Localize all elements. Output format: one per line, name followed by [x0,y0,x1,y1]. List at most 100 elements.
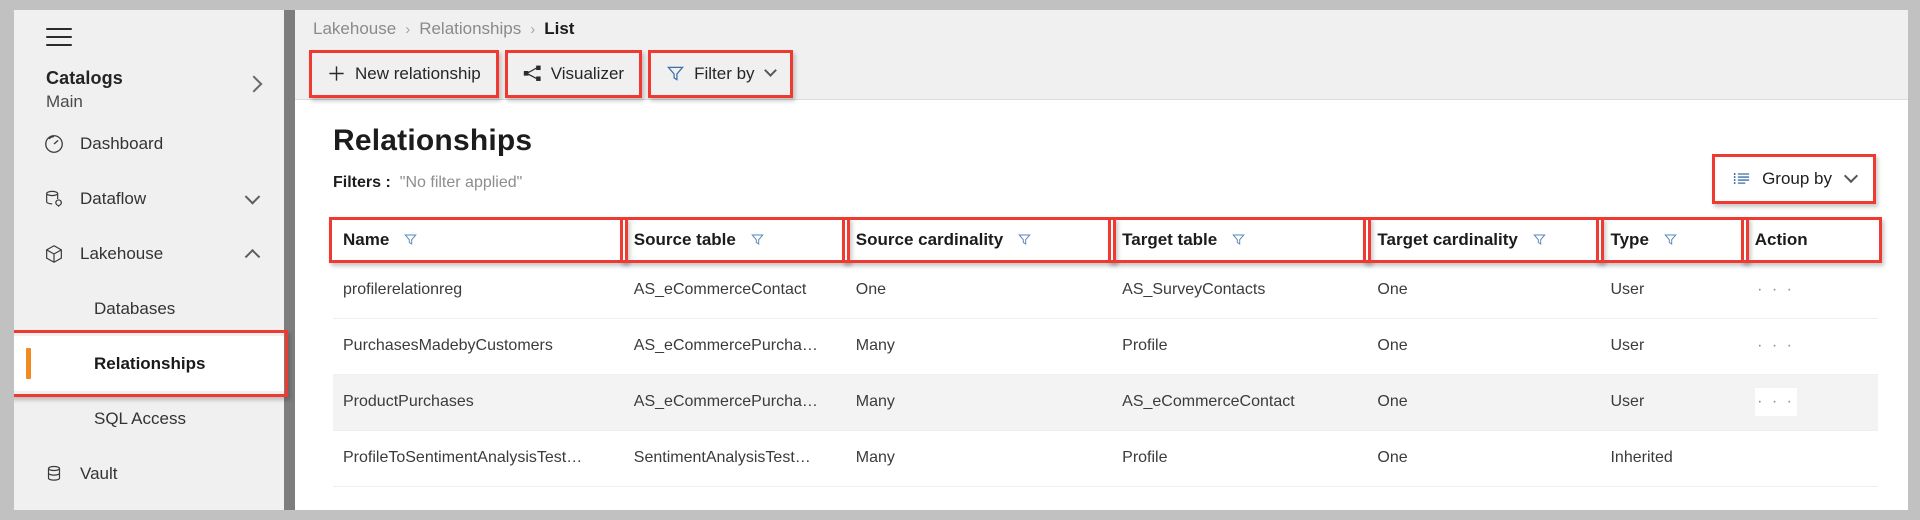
column-header-target-cardinality[interactable]: Target cardinality [1363,216,1605,263]
breadcrumb-separator-icon: › [530,20,536,38]
cell-action: · · · [1744,262,1878,319]
funnel-icon[interactable] [1532,232,1547,247]
sidebar-item-label: Dashboard [80,133,164,153]
filter-by-button[interactable]: Filter by [648,49,794,98]
cell-type: User [1600,374,1745,431]
row-more-actions-button[interactable] [1755,442,1797,470]
table-head: Name Source table Source cardinality Tar… [329,216,1883,263]
content-area: Relationships Filters : "No filter appli… [295,100,1908,487]
cell-action: · · · [1744,318,1878,375]
funnel-icon[interactable] [1017,232,1032,247]
filter-by-label: Filter by [694,63,755,83]
column-header-label: Type [1610,229,1649,249]
filters-label: Filters : [333,174,391,191]
main-content: Lakehouse › Relationships › List New rel… [295,10,1908,510]
funnel-icon[interactable] [1663,232,1678,247]
column-header-label: Target cardinality [1377,229,1518,249]
sidebar-item-sql-access[interactable]: SQL Access [14,391,284,446]
breadcrumb-separator-icon: › [405,20,411,38]
cell-target-table: Profile [1112,430,1368,487]
funnel-icon[interactable] [403,232,418,247]
cell-name: profilerelationreg [333,262,624,319]
column-header-label: Target table [1122,229,1218,249]
filters-summary: Filters : "No filter applied" [333,174,1908,192]
group-by-button[interactable]: Group by [1712,154,1876,204]
table-row[interactable]: ProductPurchases AS_eCommercePurcha… Man… [333,374,1878,431]
visualizer-label: Visualizer [550,63,625,83]
sidebar-item-label: Dataflow [80,188,147,208]
funnel-icon [666,64,685,83]
column-header-source-table[interactable]: Source table [619,216,850,263]
breadcrumb-item-relationships[interactable]: Relationships [419,19,521,39]
column-header-type[interactable]: Type [1596,216,1750,263]
page-title: Relationships [333,124,533,157]
cell-type: User [1600,318,1745,375]
sidebar-subitem-label: Relationships [94,353,206,373]
hamburger-icon[interactable] [46,28,72,46]
cube-icon [42,242,66,266]
cell-action: · · · [1744,374,1878,431]
cell-source-table: AS_eCommerceContact [623,262,846,319]
sidebar: Catalogs Main Dashboard Dataflow Lakehou… [14,10,288,510]
column-header-action: Action [1740,216,1883,263]
cell-target-cardinality: One [1367,318,1601,375]
catalogs-value: Main [46,92,83,111]
chevron-down-icon[interactable] [244,188,261,205]
chevron-down-icon [763,64,777,77]
row-more-actions-button[interactable]: · · · [1755,332,1797,360]
column-header-label: Source cardinality [855,229,1004,249]
cell-source-table: AS_eCommercePurcha… [623,318,846,375]
column-header-name[interactable]: Name [329,216,628,263]
table-row[interactable]: profilerelationreg AS_eCommerceContact O… [333,262,1878,319]
sidebar-item-lakehouse[interactable]: Lakehouse [14,226,284,281]
cell-action [1744,430,1878,487]
catalogs-title: Catalogs [46,68,123,88]
cell-source-cardinality: Many [845,318,1113,375]
column-header-label: Name [343,229,390,249]
cell-source-cardinality: One [845,262,1113,319]
table-header-row: Name Source table Source cardinality Tar… [329,216,1883,263]
sidebar-item-label: Lakehouse [80,243,164,263]
filters-value: "No filter applied" [399,174,523,191]
sidebar-item-dataflow[interactable]: Dataflow [14,171,284,226]
cell-target-cardinality: One [1367,374,1601,431]
visualizer-button[interactable]: Visualizer [504,49,643,98]
chevron-up-icon[interactable] [244,248,261,265]
funnel-icon[interactable] [750,232,765,247]
sidebar-item-relationships[interactable]: Relationships [14,330,288,397]
cell-source-cardinality: Many [845,374,1113,431]
vertical-scrollbar[interactable] [284,10,295,510]
column-header-target-table[interactable]: Target table [1108,216,1372,263]
cell-target-cardinality: One [1367,430,1601,487]
sidebar-item-databases[interactable]: Databases [14,281,284,336]
cell-type: Inherited [1600,430,1745,487]
cell-source-table: SentimentAnalysisTest… [623,430,846,487]
table-row[interactable]: PurchasesMadebyCustomers AS_eCommercePur… [333,318,1878,375]
group-by-container: Group by [1712,154,1876,204]
cell-source-table: AS_eCommercePurcha… [623,374,846,431]
breadcrumb-item-lakehouse[interactable]: Lakehouse [313,19,396,39]
horizontal-scrollbar[interactable] [295,503,1908,510]
share-nodes-icon [523,64,542,83]
column-header-source-cardinality[interactable]: Source cardinality [841,216,1117,263]
catalogs-selector[interactable]: Catalogs Main [14,46,284,116]
cell-target-cardinality: One [1367,262,1601,319]
funnel-icon[interactable] [1231,232,1246,247]
hamburger-bar [46,28,72,30]
table-row[interactable]: ProfileToSentimentAnalysisTest… Sentimen… [333,430,1878,487]
group-by-label: Group by [1762,169,1832,188]
new-relationship-button[interactable]: New relationship [309,49,499,98]
row-more-actions-button[interactable]: · · · [1754,388,1797,416]
app-window: Catalogs Main Dashboard Dataflow Lakehou… [14,10,1908,510]
database-stack-icon [42,462,66,486]
sidebar-subitem-label: Databases [94,298,176,318]
sidebar-item-dashboard[interactable]: Dashboard [14,116,284,171]
list-bullet-icon [1732,170,1751,189]
cell-target-table: Profile [1112,318,1368,375]
sidebar-item-vault[interactable]: Vault [14,446,284,501]
row-more-actions-button[interactable]: · · · [1755,276,1797,304]
plus-icon [327,64,346,83]
chevron-down-icon [1843,168,1859,184]
new-relationship-label: New relationship [355,63,481,83]
breadcrumb-item-list: List [544,19,575,38]
